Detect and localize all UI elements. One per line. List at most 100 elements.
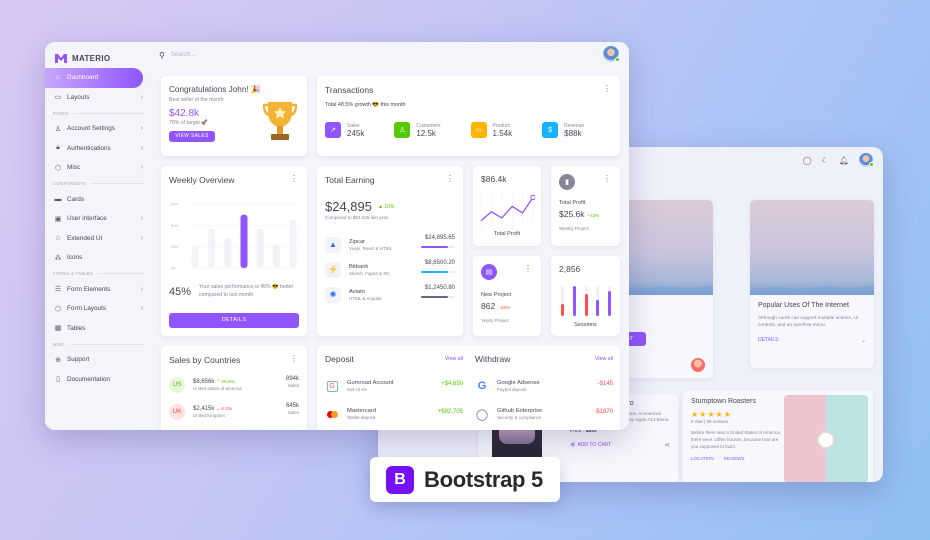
sidebar-item-cards[interactable]: ▬ Cards (45, 190, 153, 210)
roaster-text: Before there was a United States of Amer… (691, 430, 781, 449)
transactions-card: Transactions Total 48.5% growth 😎 this m… (317, 76, 620, 156)
earning-value: $24,895.65 (424, 235, 455, 241)
country-sales: 894k (285, 376, 299, 382)
search-input[interactable]: ⚲ Search... (159, 51, 195, 60)
earning-row: ✺ Aviato HTML & Angular $1,2450.80 (325, 282, 455, 307)
sidebar-item-icons[interactable]: ⁂ Icons (45, 248, 153, 268)
review-count: 5 Star | 98 reviews (691, 419, 729, 424)
stat-value: 245k (347, 128, 365, 138)
materio-logo-icon (55, 53, 67, 63)
sidebar-item-label: Dashboard (67, 74, 99, 82)
deposit-name: Mastercard (347, 408, 376, 414)
moon-icon[interactable]: ☾ (822, 156, 829, 165)
sidebar-item-user-interface[interactable]: ▣ User interface › (45, 209, 153, 229)
sidebar-item-account-settings[interactable]: ♙ Account Settings › (45, 119, 153, 139)
total-profit-sub: Weekly Project (559, 226, 589, 231)
more-options-icon[interactable]: ⋮ (603, 175, 611, 183)
popular-details-link[interactable]: DETAILS (758, 337, 778, 344)
stat-label: Customers (416, 122, 441, 129)
popular-card: Popular Uses Of The Internet Although ca… (750, 200, 874, 368)
layout-icon: ▭ (54, 94, 62, 102)
transaction-stat: ▭ Product 1.54k (470, 122, 512, 138)
transactions-title: Transactions (325, 85, 374, 95)
sidebar-item-form-layouts[interactable]: ⬡ Form Layouts › (45, 299, 153, 319)
weekly-bar[interactable] (256, 228, 264, 268)
lock-icon: 🔒︎ (56, 144, 60, 152)
more-options-icon[interactable]: ⋮ (446, 175, 454, 183)
deposit-view-all-link[interactable]: View all (445, 356, 463, 362)
aviato-icon: ✺ (325, 286, 341, 303)
popular-title: Popular Uses Of The Internet (758, 302, 849, 309)
total-profit-title: Total Profit (559, 200, 586, 206)
new-project-change: -18% (499, 305, 510, 310)
dollar-icon: $ (542, 122, 559, 138)
lifebuoy-icon: ⊕ (55, 356, 61, 364)
more-options-icon[interactable]: ⋮ (290, 355, 298, 363)
sidebar-item-dashboard[interactable]: ⌂ Dashboard (45, 68, 143, 88)
sidebar-item-form-elements[interactable]: ☰ Form Elements › (45, 280, 153, 300)
sidebar-item-label: Layouts (67, 93, 90, 101)
sidebar-item-label: Tables (67, 324, 86, 332)
sidebar-item-misc[interactable]: ⬡ Misc › (45, 158, 153, 178)
weekly-bar[interactable] (207, 228, 215, 268)
earning-change: ▲ 10% (378, 203, 395, 210)
view-sales-button[interactable]: VIEW SALES (169, 131, 215, 142)
sessions-bar (596, 286, 600, 316)
earning-row: ⚡ Bitbank Sketch, Figma & XD $8,6500.20 (325, 257, 455, 282)
total-profit-change: +42% (587, 213, 600, 218)
withdraw-view-all-link[interactable]: View all (595, 356, 613, 362)
sidebar-section-label: FORMS & TABLES (45, 268, 153, 280)
brand-logo[interactable]: MATERIO (45, 42, 153, 66)
chevron-right-icon: › (140, 285, 143, 293)
weekly-bar[interactable] (273, 244, 281, 268)
sidebar-item-label: Extended UI (67, 234, 103, 242)
transaction-stat: ♙ Customers 12.5k (394, 122, 441, 138)
friend-avatar[interactable] (691, 358, 705, 372)
sidebar-item-support[interactable]: ⊕ Support (45, 350, 153, 370)
weekly-bar[interactable] (240, 214, 248, 268)
sidebar-item-label: Account Settings (67, 125, 115, 133)
country-badge: UK (169, 403, 185, 420)
github-icon[interactable]: ◯ (803, 156, 812, 165)
earning-value: $1,2450.80 (424, 285, 455, 291)
new-project-title: New Project (481, 292, 512, 298)
reviews-link[interactable]: REVIEWS (724, 456, 745, 461)
earning-name: Aviato (349, 288, 366, 295)
avatar[interactable] (859, 153, 874, 167)
weekly-bar[interactable] (224, 238, 232, 268)
sidebar-item-extended-ui[interactable]: ☆ Extended UI › (45, 229, 153, 249)
bell-icon[interactable]: 🔔︎ (839, 156, 849, 165)
weekly-bar[interactable] (289, 219, 297, 268)
details-button[interactable]: DETAILS (169, 313, 299, 328)
sidebar-item-authentications[interactable]: 🔒︎ Authentications › (45, 139, 153, 159)
withdraw-name: Github Enterprise (497, 408, 543, 414)
bootstrap-label: Bootstrap 5 (424, 466, 543, 492)
total-profit-amount: $25.6k (559, 209, 585, 219)
country-badge: US (169, 376, 185, 393)
chevron-right-icon: › (140, 125, 143, 133)
add-to-cart-button[interactable]: 🛒︎ ADD TO CART (570, 442, 611, 448)
user-avatar[interactable] (603, 46, 620, 62)
sidebar-item-layouts[interactable]: ▭ Layouts › (45, 88, 153, 108)
country-sales: 645k (285, 403, 299, 409)
google-icon: G (477, 380, 487, 392)
popular-image (750, 200, 874, 295)
weekly-bar[interactable] (191, 246, 199, 268)
bar-chart-icon: ▮ (559, 174, 575, 190)
chevron-right-icon: › (140, 305, 143, 313)
mastercard-icon (325, 407, 339, 421)
more-options-icon[interactable]: ⋮ (290, 175, 298, 183)
sidebar-item-tables[interactable]: ▦ Tables (45, 319, 153, 339)
more-options-icon[interactable]: ⋮ (603, 85, 611, 93)
sales-label: Sales (287, 383, 299, 388)
location-link[interactable]: LOCATION (691, 456, 714, 461)
chevron-down-icon[interactable]: ⌄ (861, 337, 866, 344)
profit-point (530, 194, 535, 201)
chevron-right-icon: › (140, 215, 143, 223)
sidebar-item-label: Icons (67, 254, 83, 262)
sales-countries-title: Sales by Countries (169, 355, 241, 365)
sidebar-item-documentation[interactable]: ▯ Documentation (45, 370, 153, 390)
more-options-icon[interactable]: ⋮ (524, 265, 532, 273)
share-icon[interactable]: ⋖ (664, 441, 670, 449)
earning-name: Bitbank (349, 263, 369, 270)
